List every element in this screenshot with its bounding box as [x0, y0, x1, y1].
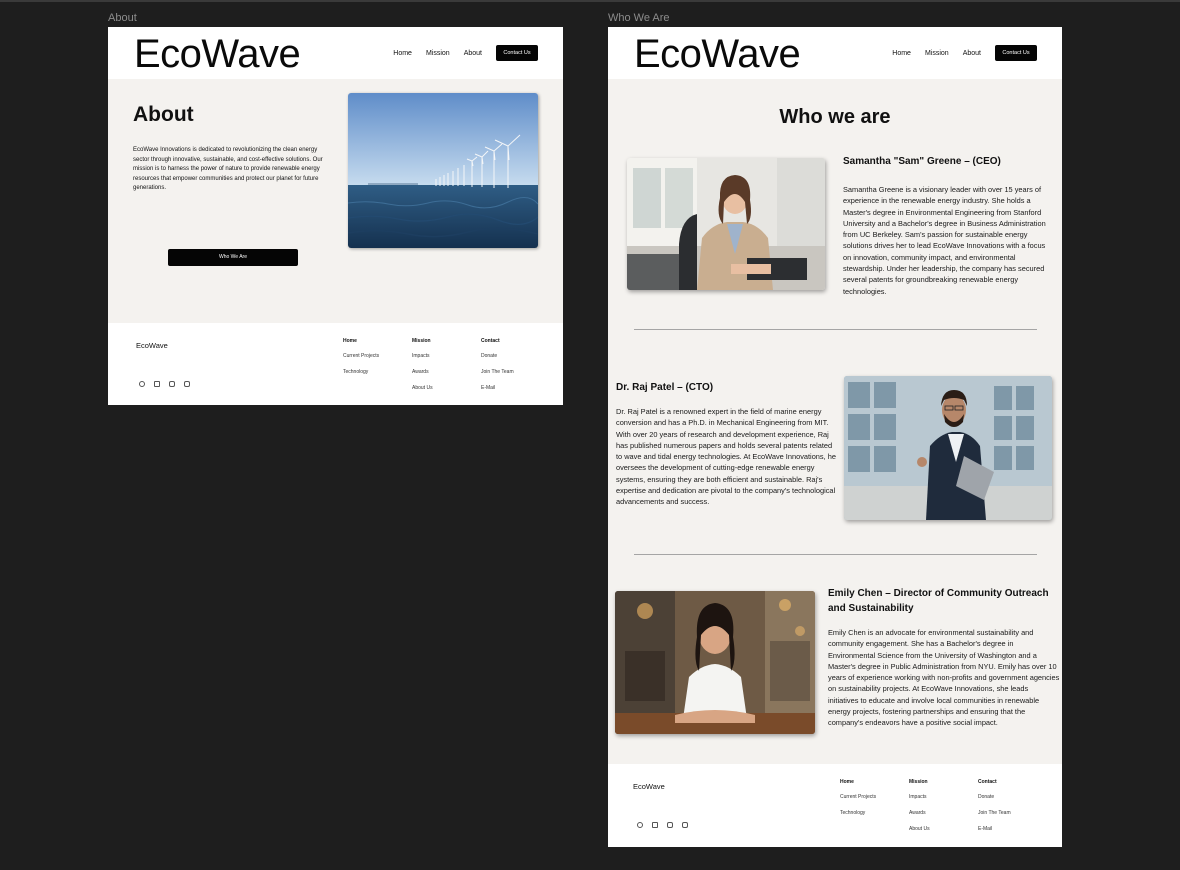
footer-column-mission: Mission Impacts Awards About Us — [909, 779, 930, 842]
footer-link[interactable]: Current Projects — [840, 794, 876, 800]
page-title: About — [133, 103, 194, 126]
footer-column-contact: Contact Donate Join The Team E-Mail — [481, 338, 514, 401]
about-page-frame: EcoWave Home Mission About Contact Us Ab… — [108, 27, 563, 405]
about-description: EcoWave Innovations is dedicated to revo… — [133, 147, 323, 191]
footer-column-mission: Mission Impacts Awards About Us — [412, 338, 433, 401]
instagram-icon[interactable] — [184, 381, 190, 387]
footer-heading[interactable]: Home — [343, 338, 379, 344]
footer-link[interactable]: E-Mail — [978, 826, 1011, 832]
contact-us-button[interactable]: Contact Us — [496, 45, 538, 61]
ceo-photo — [627, 158, 825, 290]
site-header: EcoWave Home Mission About Contact Us — [608, 27, 1062, 79]
section-divider — [634, 554, 1037, 555]
footer-link[interactable]: Donate — [481, 353, 514, 359]
footer-link[interactable]: Join The Team — [481, 369, 514, 375]
footer-logo[interactable]: EcoWave — [136, 341, 168, 350]
person-bio: Samantha Greene is a visionary leader wi… — [843, 185, 1046, 296]
footer-link[interactable]: Donate — [978, 794, 1011, 800]
nav-home[interactable]: Home — [393, 50, 412, 57]
nav-about[interactable]: About — [963, 50, 981, 57]
canvas-top-bar — [0, 0, 1180, 2]
site-footer: EcoWave Home Current Projects Technology… — [108, 323, 563, 405]
linkedin-icon[interactable] — [652, 822, 658, 828]
footer-logo[interactable]: EcoWave — [633, 782, 665, 791]
cto-photo — [844, 376, 1052, 520]
footer-heading[interactable]: Home — [840, 779, 876, 785]
footer-link[interactable]: Impacts — [909, 794, 930, 800]
footer-heading[interactable]: Contact — [978, 779, 1011, 785]
footer-heading[interactable]: Mission — [909, 779, 930, 785]
footer-link[interactable]: Technology — [840, 810, 876, 816]
instagram-icon[interactable] — [682, 822, 688, 828]
footer-link[interactable]: About Us — [909, 826, 930, 832]
site-footer: EcoWave Home Current Projects Technology… — [608, 764, 1062, 847]
linkedin-icon[interactable] — [154, 381, 160, 387]
who-we-are-page-frame: EcoWave Home Mission About Contact Us Wh… — [608, 27, 1062, 847]
main-nav: Home Mission About Contact Us — [892, 45, 1037, 61]
site-header: EcoWave Home Mission About Contact Us — [108, 27, 563, 79]
footer-link[interactable]: Awards — [909, 810, 930, 816]
youtube-icon[interactable] — [169, 381, 175, 387]
footer-link[interactable]: Current Projects — [343, 353, 379, 359]
footer-heading[interactable]: Mission — [412, 338, 433, 344]
footer-column-home: Home Current Projects Technology — [343, 338, 379, 385]
facebook-icon[interactable] — [637, 822, 643, 828]
nav-home[interactable]: Home — [892, 50, 911, 57]
person-name: Emily Chen – Director of Community Outre… — [828, 588, 1049, 614]
site-logo[interactable]: EcoWave — [634, 32, 801, 77]
contact-us-button[interactable]: Contact Us — [995, 45, 1037, 61]
person-bio: Dr. Raj Patel is a renowned expert in th… — [616, 407, 836, 507]
nav-about[interactable]: About — [464, 50, 482, 57]
section-divider — [634, 329, 1037, 330]
social-icons — [637, 822, 697, 828]
director-photo — [615, 591, 815, 734]
social-icons — [139, 381, 199, 387]
site-logo[interactable]: EcoWave — [134, 32, 301, 77]
frame-label-who-we-are: Who We Are — [608, 12, 670, 24]
footer-link[interactable]: Technology — [343, 369, 379, 375]
who-we-are-button[interactable]: Who We Are — [168, 249, 298, 266]
footer-column-contact: Contact Donate Join The Team E-Mail — [978, 779, 1011, 842]
page-title: Who we are — [779, 106, 891, 128]
footer-link[interactable]: About Us — [412, 385, 433, 391]
facebook-icon[interactable] — [139, 381, 145, 387]
footer-link[interactable]: E-Mail — [481, 385, 514, 391]
footer-heading[interactable]: Contact — [481, 338, 514, 344]
person-name: Samantha "Sam" Greene – (CEO) — [843, 156, 1001, 167]
nav-mission[interactable]: Mission — [426, 50, 450, 57]
footer-link[interactable]: Join The Team — [978, 810, 1011, 816]
footer-column-home: Home Current Projects Technology — [840, 779, 876, 826]
person-name: Dr. Raj Patel – (CTO) — [616, 382, 714, 393]
footer-link[interactable]: Awards — [412, 369, 433, 375]
main-nav: Home Mission About Contact Us — [393, 45, 538, 61]
frame-label-about: About — [108, 12, 137, 24]
youtube-icon[interactable] — [667, 822, 673, 828]
wind-turbines-image — [348, 93, 538, 248]
footer-link[interactable]: Impacts — [412, 353, 433, 359]
person-bio: Emily Chen is an advocate for environmen… — [828, 628, 1060, 728]
nav-mission[interactable]: Mission — [925, 50, 949, 57]
